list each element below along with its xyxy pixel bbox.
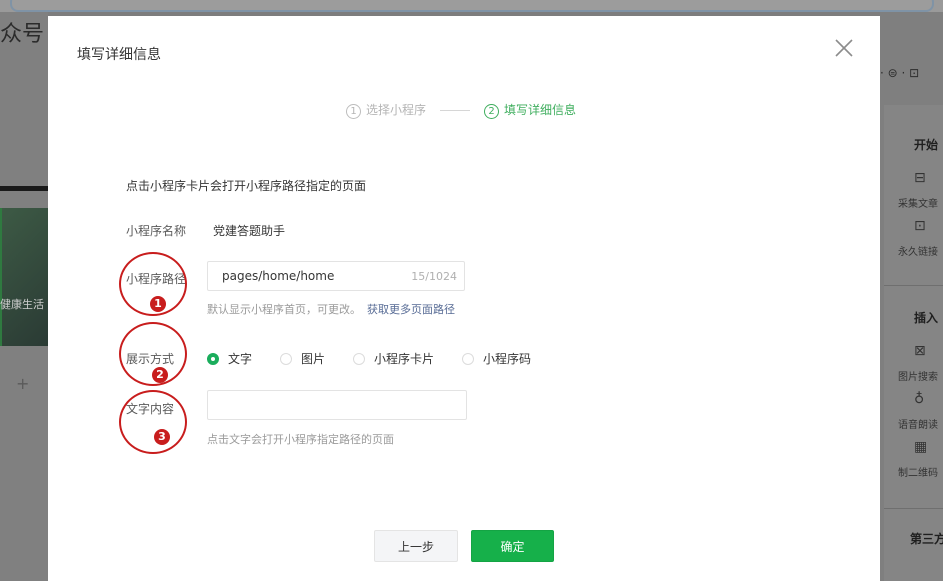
image-search-icon: ⊠	[914, 343, 926, 359]
background-section-insert: 插入	[914, 311, 939, 325]
background-divider	[884, 508, 943, 509]
path-input-value: pages/home/home	[222, 269, 335, 283]
radio-label: 图片	[301, 352, 326, 366]
step-label: 填写详细信息	[504, 103, 577, 117]
previous-step-button[interactable]: 上一步	[374, 530, 458, 562]
background-item-collect: 采集文章	[898, 199, 938, 210]
path-tip: 默认显示小程序首页，可更改。 获取更多页面路径	[207, 301, 455, 317]
background-thumbnail	[0, 208, 50, 346]
step-indicator: 1 选择小程序 2 填写详细信息	[346, 100, 576, 120]
permalink-icon: ⊡	[914, 218, 926, 234]
annotation-number: 1	[150, 296, 166, 312]
path-char-count: 15/1024	[411, 270, 457, 283]
qrcode-icon: ▦	[914, 439, 928, 455]
dialog-hint: 点击小程序卡片会打开小程序路径指定的页面	[126, 179, 367, 193]
step-fill-details: 2 填写详细信息	[484, 101, 576, 119]
background-divider	[884, 285, 943, 286]
background-left-divider	[0, 186, 48, 191]
microphone-icon: ♁	[914, 391, 925, 407]
text-content-input[interactable]	[207, 390, 467, 420]
mini-program-name-value: 党建答题助手	[213, 224, 286, 238]
radio-button[interactable]	[462, 352, 475, 365]
background-left-title: 众号	[0, 22, 45, 47]
radio-button-selected[interactable]	[207, 352, 219, 365]
confirm-button[interactable]: 确定	[471, 530, 554, 562]
step-select-mini-program: 1 选择小程序	[346, 101, 426, 119]
radio-label: 小程序码	[483, 352, 532, 366]
radio-text[interactable]: 文字	[207, 350, 252, 367]
background-item-qrcode: 制二维码	[898, 468, 938, 479]
annotation-number: 2	[152, 367, 168, 383]
background-section-third-party: 第三方	[910, 532, 943, 546]
radio-mini-program-card[interactable]: 小程序卡片	[353, 350, 434, 367]
display-mode-radio-group: 文字 图片 小程序卡片 小程序码	[207, 350, 559, 367]
background-add-icon: +	[16, 374, 30, 393]
dialog-title: 填写详细信息	[77, 47, 161, 63]
radio-label: 小程序卡片	[374, 352, 435, 366]
close-icon[interactable]	[834, 38, 854, 58]
step-number: 2	[484, 104, 500, 119]
step-connector	[440, 109, 471, 111]
background-toolbar-icons: · ⊜ · ⊡	[880, 66, 920, 80]
annotation-circle	[119, 390, 187, 454]
text-content-tip: 点击文字会打开小程序指定路径的页面	[207, 433, 394, 446]
path-tip-text: 默认显示小程序首页，可更改。	[207, 303, 361, 316]
annotation-number: 3	[154, 429, 170, 445]
background-section-start: 开始	[914, 138, 939, 152]
mini-program-dialog: 填写详细信息 1 选择小程序 2 填写详细信息 点击小程序卡片会打开小程序路径指定的…	[48, 16, 880, 581]
mini-program-name-label: 小程序名称	[126, 224, 187, 238]
radio-button[interactable]	[280, 352, 293, 365]
path-input[interactable]: pages/home/home 15/1024	[207, 261, 465, 291]
radio-button[interactable]	[353, 352, 366, 365]
step-number: 1	[346, 104, 361, 119]
more-paths-link[interactable]: 获取更多页面路径	[367, 303, 455, 316]
collect-article-icon: ⊟	[914, 170, 926, 186]
step-label: 选择小程序	[366, 103, 427, 117]
background-item-voice: 语音朗读	[898, 420, 938, 431]
background-item-permalink: 永久链接	[898, 247, 938, 258]
background-thumbnail-text: 健康生活	[0, 298, 44, 311]
radio-image[interactable]: 图片	[280, 350, 325, 367]
radio-label: 文字	[228, 352, 253, 366]
radio-mini-program-code[interactable]: 小程序码	[462, 350, 531, 367]
background-search-bar	[10, 0, 934, 12]
background-item-image-search: 图片搜索	[898, 372, 938, 383]
